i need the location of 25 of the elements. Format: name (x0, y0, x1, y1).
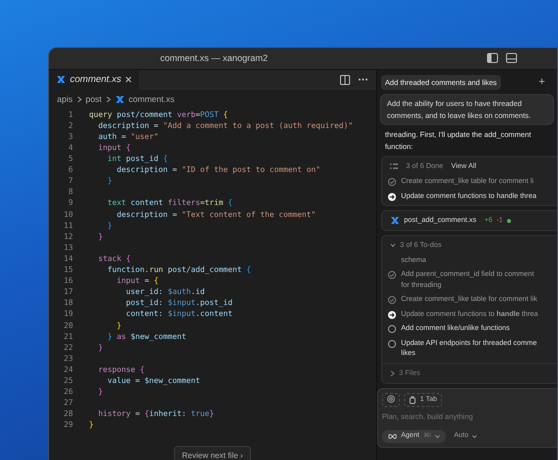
editor-tab[interactable]: comment.xs (49, 70, 140, 90)
infinity-icon (388, 434, 397, 439)
chevron-right-icon (106, 96, 111, 103)
list-icon (390, 163, 398, 170)
chevron-down-icon[interactable] (390, 242, 396, 248)
split-editor-icon[interactable] (340, 74, 350, 85)
close-icon[interactable] (125, 76, 132, 84)
chevron-right-icon[interactable] (390, 370, 395, 377)
sidebar-toggle-icon[interactable] (487, 53, 498, 64)
window-title: comment.xs — xanogram2 (160, 52, 268, 63)
x-logo-icon (114, 94, 125, 104)
x-logo-icon (390, 216, 400, 226)
breadcrumb-item[interactable]: apis (57, 92, 73, 106)
panel-toggle-icon[interactable] (506, 53, 517, 64)
chevron-right-icon (76, 96, 82, 103)
x-logo-icon (56, 75, 66, 84)
new-chat-button[interactable]: + (538, 74, 545, 90)
caret-icon (472, 434, 478, 438)
breadcrumb-item[interactable]: post (86, 92, 102, 106)
mention-button[interactable] (382, 392, 400, 408)
breadcrumb-item[interactable]: comment.xs (128, 92, 174, 106)
more-icon[interactable] (358, 78, 368, 82)
caret-icon (434, 434, 440, 438)
status-dot-icon (506, 218, 511, 223)
review-next-file-button[interactable]: Review next file › (174, 446, 251, 460)
